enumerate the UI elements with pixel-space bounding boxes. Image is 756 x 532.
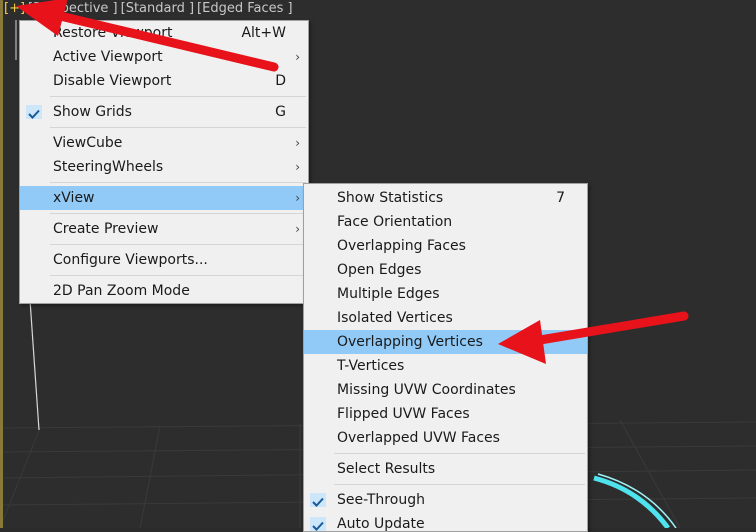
viewport-active-border [0,0,3,528]
menu-item-multiple-edges[interactable]: Multiple Edges [304,282,587,306]
viewport-plus-menu[interactable]: [+] [4,1,25,16]
menu-separator [50,244,306,245]
xview-submenu: Show Statistics 7 Face Orientation Overla… [303,183,588,532]
viewport-context-menu: Restore Viewport Alt+W Active Viewport › D… [19,20,309,304]
viewport-mode-label[interactable]: [Edged Faces ] [197,1,293,16]
menu-item-overlapping-vertices[interactable]: Overlapping Vertices [304,330,587,354]
check-icon [310,517,326,531]
menu-separator [334,453,585,454]
menu-item-disable-viewport[interactable]: Disable Viewport D [20,69,308,93]
chevron-right-icon: › [295,136,300,150]
menu-item-restore-viewport[interactable]: Restore Viewport Alt+W [20,21,308,45]
chevron-right-icon: › [295,50,300,64]
menu-item-steeringwheels[interactable]: SteeringWheels › [20,155,308,179]
menu-item-select-results[interactable]: Select Results [304,457,587,481]
menu-item-isolated-vertices[interactable]: Isolated Vertices [304,306,587,330]
viewport-shading-label[interactable]: [Standard ] [121,1,194,16]
menu-separator [50,127,306,128]
menu-item-t-vertices[interactable]: T-Vertices [304,354,587,378]
menu-item-xview[interactable]: xView › [20,186,308,210]
check-icon [26,105,42,119]
menu-separator [50,182,306,183]
menu-item-2d-pan-zoom-mode[interactable]: 2D Pan Zoom Mode [20,279,308,303]
menu-item-configure-viewports[interactable]: Configure Viewports... [20,248,308,272]
shortcut-label: 7 [556,190,565,206]
shortcut-label: Alt+W [241,25,286,41]
viewport-label-bar[interactable]: [+] [Perspective ] [Standard ] [Edged Faces… [4,1,296,19]
chevron-right-icon: › [295,191,300,205]
menu-item-create-preview[interactable]: Create Preview › [20,217,308,241]
menu-separator [50,275,306,276]
check-icon [310,493,326,507]
menu-item-missing-uvw-coordinates[interactable]: Missing UVW Coordinates [304,378,587,402]
menu-item-viewcube[interactable]: ViewCube › [20,131,308,155]
menu-item-flipped-uvw-faces[interactable]: Flipped UVW Faces [304,402,587,426]
menu-item-face-orientation[interactable]: Face Orientation [304,210,587,234]
menu-item-auto-update[interactable]: Auto Update [304,512,587,531]
chevron-right-icon: › [295,160,300,174]
viewport-view-label[interactable]: [Perspective ] [28,1,118,16]
menu-separator [50,96,306,97]
menu-item-show-statistics[interactable]: Show Statistics 7 [304,186,587,210]
menu-item-overlapping-faces[interactable]: Overlapping Faces [304,234,587,258]
menu-separator [334,484,585,485]
shortcut-label: G [275,104,286,120]
shortcut-label: D [275,73,286,89]
menu-item-active-viewport[interactable]: Active Viewport › [20,45,308,69]
menu-item-see-through[interactable]: See-Through [304,488,587,512]
chevron-right-icon: › [295,222,300,236]
menu-item-show-grids[interactable]: Show Grids G [20,100,308,124]
menu-item-open-edges[interactable]: Open Edges [304,258,587,282]
menu-item-overlapped-uvw-faces[interactable]: Overlapped UVW Faces [304,426,587,450]
menu-separator [50,213,306,214]
